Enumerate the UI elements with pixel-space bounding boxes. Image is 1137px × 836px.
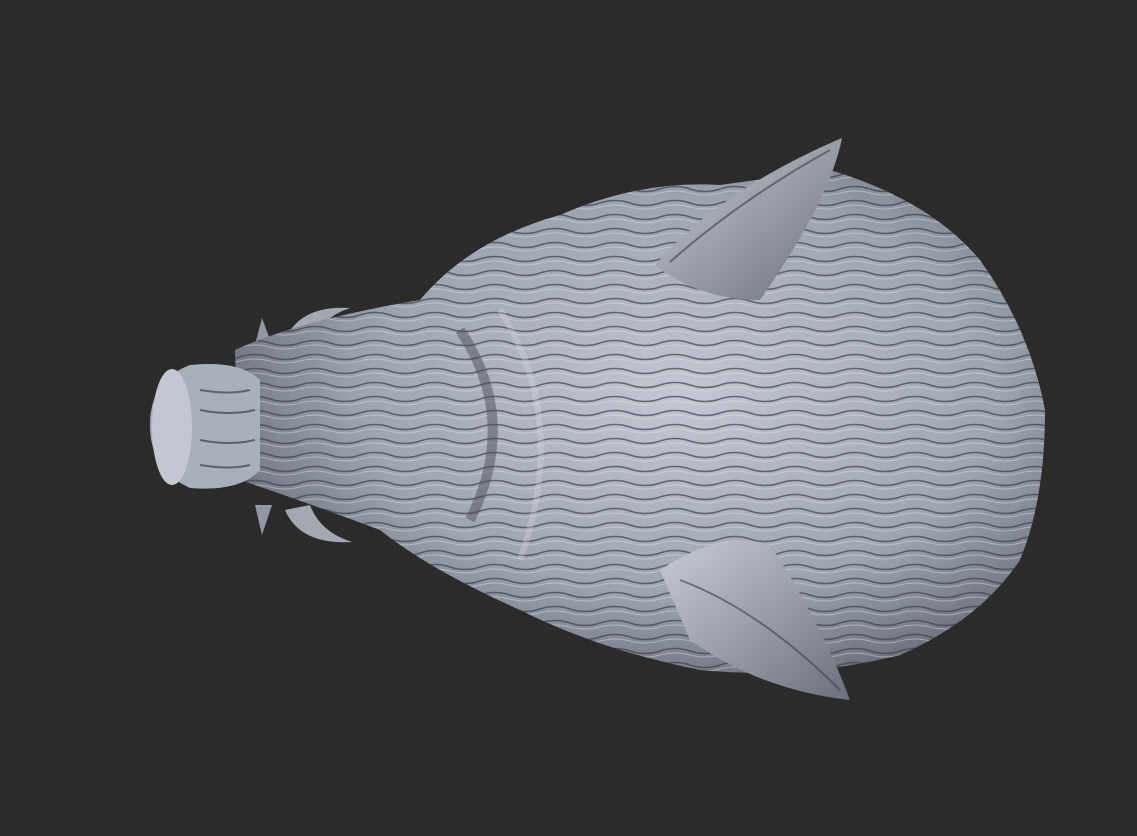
viewport-canvas[interactable]: [0, 0, 1137, 836]
snout: [150, 364, 260, 489]
